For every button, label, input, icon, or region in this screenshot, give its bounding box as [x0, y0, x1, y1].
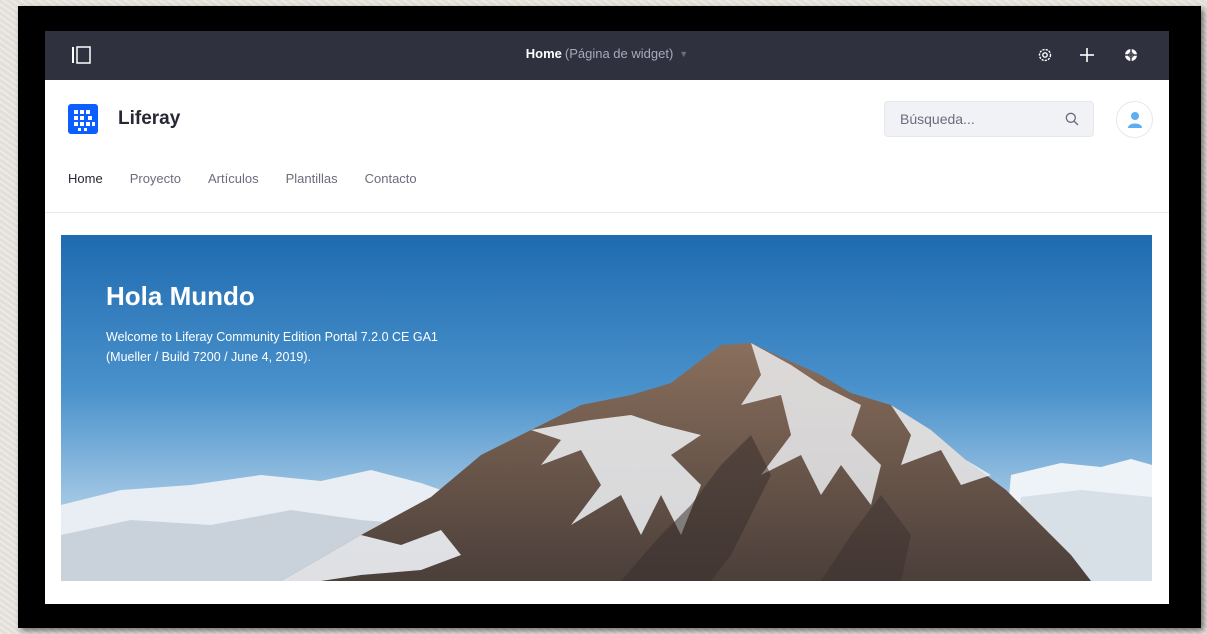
nav-item-home[interactable]: Home: [68, 171, 103, 186]
page-type: (Página de widget): [564, 46, 674, 61]
hero-description-line-1: Welcome to Liferay Community Edition Por…: [106, 330, 438, 344]
hero-description-line-2: (Mueller / Build 7200 / June 4, 2019).: [106, 350, 311, 364]
gear-icon[interactable]: [1036, 46, 1054, 64]
plus-icon[interactable]: [1078, 46, 1096, 64]
site-name[interactable]: Liferay: [118, 108, 180, 130]
user-icon: [1128, 112, 1142, 128]
search-bar: [884, 101, 1094, 137]
nav-item-articulos[interactable]: Artículos: [208, 171, 259, 186]
nav-item-plantillas[interactable]: Plantillas: [286, 171, 338, 186]
site-logo[interactable]: [68, 104, 98, 134]
user-avatar[interactable]: [1116, 101, 1153, 138]
simulation-icon[interactable]: [1122, 46, 1140, 64]
search-input[interactable]: [885, 102, 1070, 136]
control-menu: Home (Página de widget) ▼: [45, 31, 1169, 80]
browser-viewport: Home (Página de widget) ▼ Liferay Búsque…: [45, 31, 1169, 604]
nav-item-proyecto[interactable]: Proyecto: [130, 171, 181, 186]
hero-description: Welcome to Liferay Community Edition Por…: [106, 327, 506, 367]
page-title[interactable]: Home (Página de widget) ▼: [45, 46, 1169, 61]
nav-item-contacto[interactable]: Contacto: [365, 171, 417, 186]
search-icon[interactable]: [1065, 112, 1079, 126]
page-name: Home: [525, 46, 562, 61]
main-navigation: Home Proyecto Artículos Plantillas Conta…: [68, 171, 444, 186]
hero-title: Hola Mundo: [106, 281, 255, 311]
hero-banner: Hola Mundo Welcome to Liferay Community …: [61, 235, 1152, 581]
caret-down-icon[interactable]: ▼: [679, 49, 688, 59]
header-divider: [45, 212, 1169, 213]
